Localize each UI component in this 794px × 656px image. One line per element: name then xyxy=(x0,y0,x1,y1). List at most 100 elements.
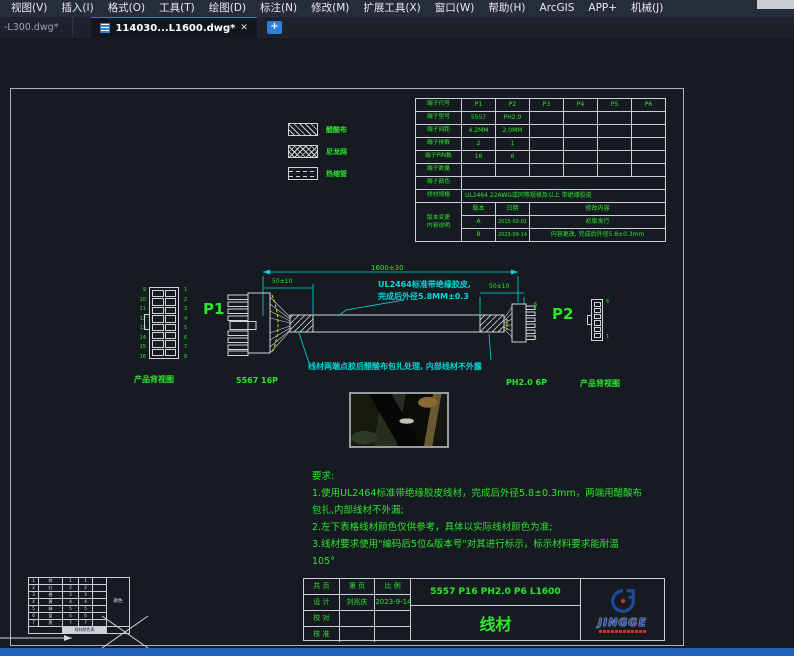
term-cell: P5 xyxy=(598,99,632,112)
drawing-canvas[interactable]: 端子代号P1P2P3P4P5P6端子型号5557PH2.0端子间距4.2MM2.… xyxy=(0,38,794,648)
new-tab-button[interactable]: + xyxy=(267,21,282,34)
wire-cell: 4 xyxy=(79,599,93,606)
wire-cell: 2 xyxy=(79,585,93,592)
p2-side-pin-top: 6 xyxy=(534,302,537,308)
term-cell xyxy=(564,151,598,164)
term-cell: 4.2MM xyxy=(462,125,496,138)
term-cell xyxy=(598,125,632,138)
checker-label: 校 对 xyxy=(304,611,340,626)
dwg-file-icon xyxy=(100,23,110,33)
pin-number: 2 xyxy=(184,298,194,303)
menu-item-5[interactable]: 标注(N) xyxy=(253,0,304,17)
menu-item-12[interactable]: 机械(J) xyxy=(624,0,670,17)
revision-version-cell: A xyxy=(462,216,496,229)
pin-number: 10 xyxy=(131,298,146,303)
term-cell: 2 xyxy=(462,138,496,151)
pin-cavity xyxy=(165,315,177,322)
company-logo: JINGGE xyxy=(581,579,664,640)
menu-item-4[interactable]: 绘图(D) xyxy=(202,0,253,17)
wire-cell xyxy=(93,606,107,613)
designer-label: 设 计 xyxy=(304,595,340,610)
approver-label: 核 准 xyxy=(304,627,340,642)
p2-side-pin-bottom: 1 xyxy=(534,335,537,341)
pin-cavity xyxy=(152,332,164,339)
p2-reference-label: P2 xyxy=(552,305,573,323)
wire-cell: 橙 xyxy=(39,592,63,599)
pin-number: 8 xyxy=(184,355,194,360)
approver-row: 核 准 xyxy=(304,627,410,642)
wire-color-table: 1棕11颜色2红223橙334黄445绿556蓝667黑77线材颜色表 xyxy=(28,577,130,634)
wire-cell: 蓝 xyxy=(39,613,63,620)
pin-number: 5 xyxy=(184,326,194,331)
tab-close-icon[interactable]: ✕ xyxy=(240,23,248,33)
p2-connector-type-label: PH2.0 6P xyxy=(506,378,547,387)
menu-item-10[interactable]: ArcGIS xyxy=(532,0,581,17)
menu-item-7[interactable]: 扩展工具(X) xyxy=(356,0,427,17)
cable-spec-callout-line2: 完成后外径5.8MM±0.3 xyxy=(378,291,469,302)
menu-item-11[interactable]: APP+ xyxy=(581,0,624,17)
wire-cell xyxy=(93,599,107,606)
wire-bottom-cell xyxy=(107,627,130,634)
pin-cavity xyxy=(594,302,601,307)
tab-active-label: 114030...L1600.dwg* xyxy=(115,23,235,34)
checker-name xyxy=(340,611,376,626)
pin-cavity xyxy=(152,340,164,347)
p1-connector-type-label: 5567 16P xyxy=(236,376,278,385)
p1-latch xyxy=(144,314,150,330)
term-cell: 1 xyxy=(496,138,530,151)
term-cell xyxy=(530,151,564,164)
wire-cell: 5 xyxy=(79,606,93,613)
pin-cavity xyxy=(152,349,164,356)
pin-cavity xyxy=(594,320,601,325)
tab-bar: -L300.dwg* 114030...L1600.dwg* ✕ + xyxy=(0,17,794,38)
menu-item-1[interactable]: 插入(I) xyxy=(54,0,100,17)
pin-number: 3 xyxy=(184,307,194,312)
designer-row: 设 计 刘兆庆 2023-9-14 xyxy=(304,595,410,611)
cable-spec-callout-line1: UL2464标准带绝缘胶皮, xyxy=(378,279,471,290)
pin-cavity xyxy=(165,324,177,331)
legend-item-mesh: 尼龙网 xyxy=(288,145,347,158)
legend: 醋酸布 尼龙网 热缩管 xyxy=(288,123,347,189)
pin-number: 14 xyxy=(131,336,146,341)
wire-cell xyxy=(93,613,107,620)
tab-background-file[interactable]: -L300.dwg* xyxy=(0,17,73,38)
wire-cell: 5 xyxy=(29,606,39,613)
pin-cavity xyxy=(165,298,177,305)
sheet-number-label: 第 页 xyxy=(340,579,376,594)
title-block: 共 页 第 页 比 例 设 计 刘兆庆 2023-9-14 校 对 核 准 55… xyxy=(303,578,665,641)
revision-header-cell: 日期 xyxy=(496,203,530,216)
pin-cavity xyxy=(152,324,164,331)
menu-item-6[interactable]: 修改(M) xyxy=(304,0,356,17)
check-date xyxy=(375,611,410,626)
p2-rear-pin-top: 6 xyxy=(606,299,609,305)
menu-item-2[interactable]: 格式(O) xyxy=(101,0,152,17)
menu-item-9[interactable]: 帮助(H) xyxy=(481,0,532,17)
pin-cavity xyxy=(165,290,177,297)
wire-cell: 6 xyxy=(29,613,39,620)
menu-item-0[interactable]: 视图(V) xyxy=(4,0,54,17)
scale-label: 比 例 xyxy=(375,579,410,594)
wire-cell xyxy=(93,585,107,592)
revision-header-cell: 修改内容 xyxy=(530,203,666,216)
pin-cavity xyxy=(594,308,601,313)
wire-cell: 1 xyxy=(29,578,39,585)
terminal-table-body: 端子代号P1P2P3P4P5P6端子型号5557PH2.0端子间距4.2MM2.… xyxy=(416,99,666,242)
wire-cell: 4 xyxy=(63,599,79,606)
legend-label: 醋酸布 xyxy=(326,125,347,135)
pin-cavity xyxy=(594,314,601,319)
term-row-label: 端子数量 xyxy=(416,164,462,177)
pin-cavity xyxy=(165,340,177,347)
pin-cavity xyxy=(152,307,164,314)
tab-active-file[interactable]: 114030...L1600.dwg* ✕ xyxy=(91,17,256,38)
term-cell-merged xyxy=(462,177,666,190)
term-cell: P6 xyxy=(632,99,666,112)
wire-merged-label: 颜色 xyxy=(107,578,130,627)
menu-bar: 视图(V)插入(I)格式(O)工具(T)绘图(D)标注(N)修改(M)扩展工具(… xyxy=(0,0,794,17)
p1-pin-grid xyxy=(149,287,179,359)
term-cell xyxy=(530,164,564,177)
term-cell xyxy=(598,112,632,125)
menu-item-8[interactable]: 窗口(W) xyxy=(428,0,482,17)
menu-item-3[interactable]: 工具(T) xyxy=(152,0,202,17)
term-cell xyxy=(564,125,598,138)
term-cell xyxy=(598,151,632,164)
